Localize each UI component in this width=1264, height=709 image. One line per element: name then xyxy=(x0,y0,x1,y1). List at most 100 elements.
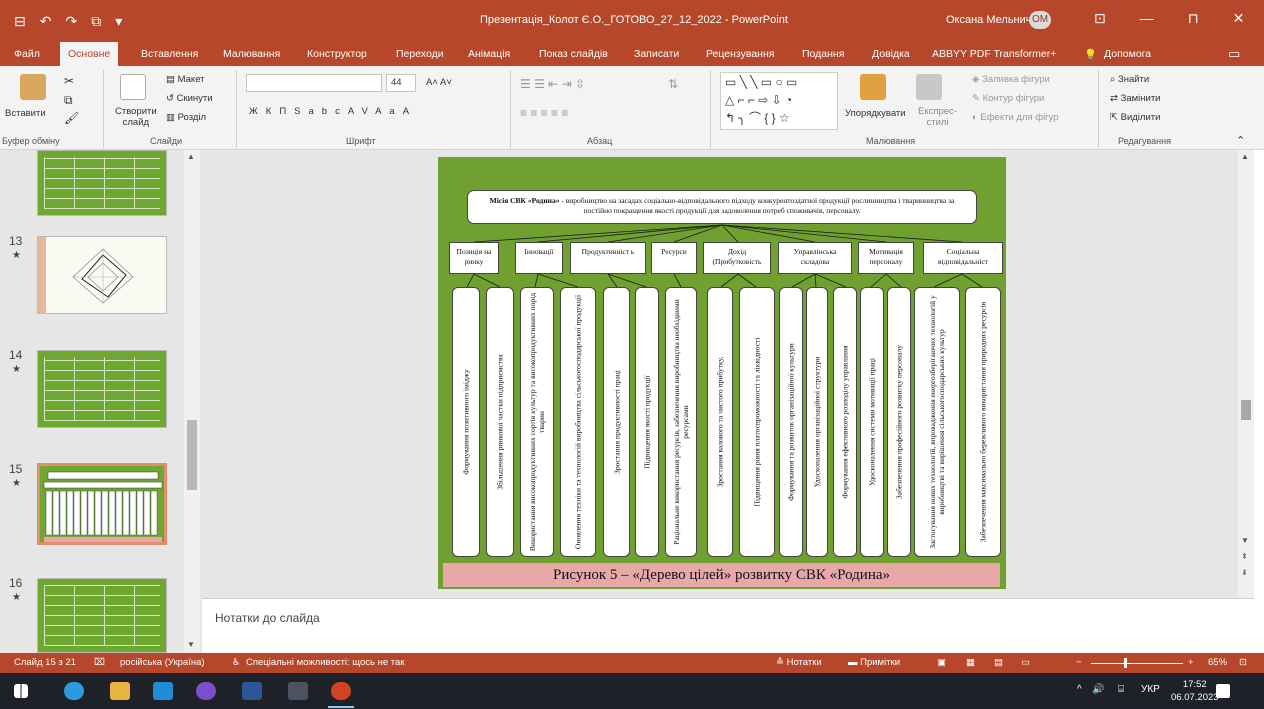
goal-box[interactable]: Формування та розвиток організаційної ку… xyxy=(779,287,803,557)
comments-button[interactable]: ▬ Примітки xyxy=(848,657,900,668)
bold-button[interactable]: Ж xyxy=(249,106,266,117)
goal-box[interactable]: Раціональне використання ресурсів, забез… xyxy=(665,287,697,557)
font-size-box[interactable]: 44 xyxy=(386,74,416,92)
thumbnail-slide-15[interactable] xyxy=(37,463,167,545)
text-direction-icon[interactable]: ⇅ xyxy=(668,77,678,91)
goal-box[interactable]: Формування позитивного іміджу xyxy=(452,287,480,557)
shape-outline-button[interactable]: ✎ Контур фігури xyxy=(972,93,1044,104)
thumbnail-slide-12[interactable] xyxy=(37,150,167,216)
save-icon[interactable]: ⊟ xyxy=(14,13,26,30)
select-button[interactable]: ⇱ Виділити xyxy=(1110,112,1160,123)
tab-abbyy[interactable]: ABBYY PDF Transformer+ xyxy=(932,48,1056,60)
clock[interactable]: 17:52 06.07.2023 xyxy=(1171,678,1219,704)
undo-icon[interactable]: ↶ xyxy=(40,13,52,30)
editor-scrollbar[interactable]: ▲ ▼ ⇞ ⇟ xyxy=(1238,150,1254,598)
customize-qat-icon[interactable]: ▾ xyxy=(115,13,122,30)
restore-icon[interactable]: ⊓ xyxy=(1188,10,1199,27)
edge-icon[interactable] xyxy=(64,682,84,700)
thumbnail-slide-16[interactable] xyxy=(37,578,167,653)
minimize-icon[interactable]: — xyxy=(1140,10,1154,27)
goal-box[interactable]: Зростання валового та чистого прибутку, xyxy=(707,287,733,557)
goal-box[interactable]: Зростання продуктивності праці xyxy=(603,287,630,557)
quick-styles-button[interactable]: Експрес-стилі xyxy=(918,106,957,128)
zoom-slider[interactable] xyxy=(1091,663,1183,664)
reset-button[interactable]: ↺ Скинути xyxy=(166,93,213,104)
store-icon[interactable] xyxy=(153,682,173,700)
underline-button[interactable]: П xyxy=(279,106,294,117)
powerpoint-icon[interactable] xyxy=(331,682,351,700)
bullets-icon[interactable]: ☰ ☰ ⇤ ⇥ ⇳ xyxy=(520,77,585,91)
shape-effects-button[interactable]: ◐ Ефекти для фігур xyxy=(972,112,1059,123)
new-slide-icon[interactable] xyxy=(120,74,146,100)
arrange-icon[interactable] xyxy=(860,74,886,100)
goal-box[interactable]: Оновлення техніки та технологій виробниц… xyxy=(560,287,596,557)
previous-slide-icon[interactable]: ⇞ xyxy=(1241,552,1248,561)
category-innovations[interactable]: Інновації xyxy=(515,242,563,274)
tab-review[interactable]: Рецензування xyxy=(706,48,774,60)
goal-box[interactable]: Удосконалення організаційної структури xyxy=(806,287,828,557)
tab-tell-me[interactable]: Допомога xyxy=(1104,48,1151,60)
new-slide-button[interactable]: Створити слайд xyxy=(115,106,157,128)
calculator-icon[interactable] xyxy=(288,682,308,700)
collapse-ribbon-icon[interactable]: ⌃ xyxy=(1236,134,1245,147)
category-market-position[interactable]: Позиція на ринку xyxy=(449,242,499,274)
notes-pane[interactable]: Нотатки до слайда xyxy=(202,598,1254,653)
thumbnail-slide-14[interactable] xyxy=(37,350,167,428)
spellcheck-icon[interactable]: ⌧ xyxy=(94,657,105,668)
char-spacing-button[interactable]: AV xyxy=(348,106,375,117)
network-icon[interactable]: ⌸ xyxy=(1118,684,1124,695)
zoom-slider-thumb[interactable] xyxy=(1124,658,1127,668)
goal-box[interactable]: Застосування нових технологій, впровадже… xyxy=(914,287,960,557)
scrollbar-thumb[interactable] xyxy=(1241,400,1251,420)
arrange-button[interactable]: Упорядкувати xyxy=(845,108,906,119)
zoom-out-button[interactable]: − xyxy=(1076,657,1082,668)
tab-file[interactable]: Файл xyxy=(14,48,40,60)
replace-button[interactable]: ⇄ Замінити xyxy=(1110,93,1160,104)
mission-box[interactable]: Місія СВК «Родина» - виробництво на заса… xyxy=(467,190,977,224)
strikethrough-button[interactable]: abc xyxy=(309,106,348,117)
scroll-up-icon[interactable]: ▲ xyxy=(1241,152,1249,161)
scrollbar-thumb[interactable] xyxy=(187,420,197,490)
tab-design[interactable]: Конструктор xyxy=(307,48,367,60)
reading-view-icon[interactable]: ▤ xyxy=(994,657,1003,668)
slide-sorter-icon[interactable]: ▦ xyxy=(966,657,975,668)
quick-styles-icon[interactable] xyxy=(916,74,942,100)
scroll-down-icon[interactable]: ▼ xyxy=(1241,536,1249,545)
find-button[interactable]: ⌕ Знайти xyxy=(1110,74,1149,85)
layout-button[interactable]: ▤ Макет xyxy=(166,74,205,85)
tab-transitions[interactable]: Переходи xyxy=(396,48,444,60)
comments-icon[interactable]: ▭ xyxy=(1228,46,1240,62)
tab-slideshow[interactable]: Показ слайдів xyxy=(539,48,608,60)
goal-box[interactable]: Забезпечення максимально бережливого вик… xyxy=(965,287,1001,557)
zoom-level[interactable]: 65% xyxy=(1208,657,1227,668)
close-icon[interactable]: ✕ xyxy=(1233,10,1245,27)
category-social-responsibility[interactable]: Соціальна відповідальніст xyxy=(923,242,1003,274)
scroll-down-icon[interactable]: ▼ xyxy=(187,640,195,649)
goal-box[interactable]: Формування ефективного розподілу управлі… xyxy=(833,287,857,557)
accessibility-status[interactable]: Спеціальні можливості: щось не так xyxy=(246,657,404,668)
cut-icon[interactable]: ✂ xyxy=(64,74,74,88)
grow-font-icon[interactable]: A˄ A˅ xyxy=(426,77,452,88)
category-management[interactable]: Управлінська складова xyxy=(778,242,852,274)
paste-button[interactable]: Вставити xyxy=(5,108,46,119)
goal-box[interactable]: Збільшення ринкової частки підприємства xyxy=(486,287,514,557)
goal-box[interactable]: Забезпечення професійного розвитку персо… xyxy=(887,287,911,557)
shapes-gallery[interactable]: ▭ ╲ ╲ ▭ ○ ▭ △ ⌐ ⌐ ⇨ ⇩ ◔ ↰ ╮ ⌒ { } ☆ xyxy=(720,72,838,130)
goal-box[interactable]: Підвищення рівня платоспроможності та лі… xyxy=(739,287,775,557)
viber-icon[interactable] xyxy=(196,682,216,700)
goal-box[interactable]: Підвищення якості продукції xyxy=(635,287,659,557)
thumbnails-scrollbar[interactable]: ▲ ▼ xyxy=(184,150,200,653)
font-name-box[interactable] xyxy=(246,74,382,92)
accessibility-icon[interactable]: ♿ xyxy=(232,657,241,668)
change-case-button[interactable]: Aa xyxy=(375,106,403,117)
tab-draw[interactable]: Малювання xyxy=(223,48,280,60)
tab-animations[interactable]: Анімація xyxy=(468,48,510,60)
copy-icon[interactable]: ⧉ xyxy=(64,93,73,108)
lightbulb-icon[interactable]: 💡 xyxy=(1084,48,1097,61)
ribbon-display-options-icon[interactable]: ⊡ xyxy=(1094,10,1106,27)
category-resources[interactable]: Ресурси xyxy=(651,242,697,274)
shape-fill-button[interactable]: ◈ Заливка фігури xyxy=(972,74,1050,85)
notifications-icon[interactable] xyxy=(1216,684,1230,698)
start-icon[interactable] xyxy=(14,684,28,698)
section-button[interactable]: ▥ Розділ xyxy=(166,112,206,123)
